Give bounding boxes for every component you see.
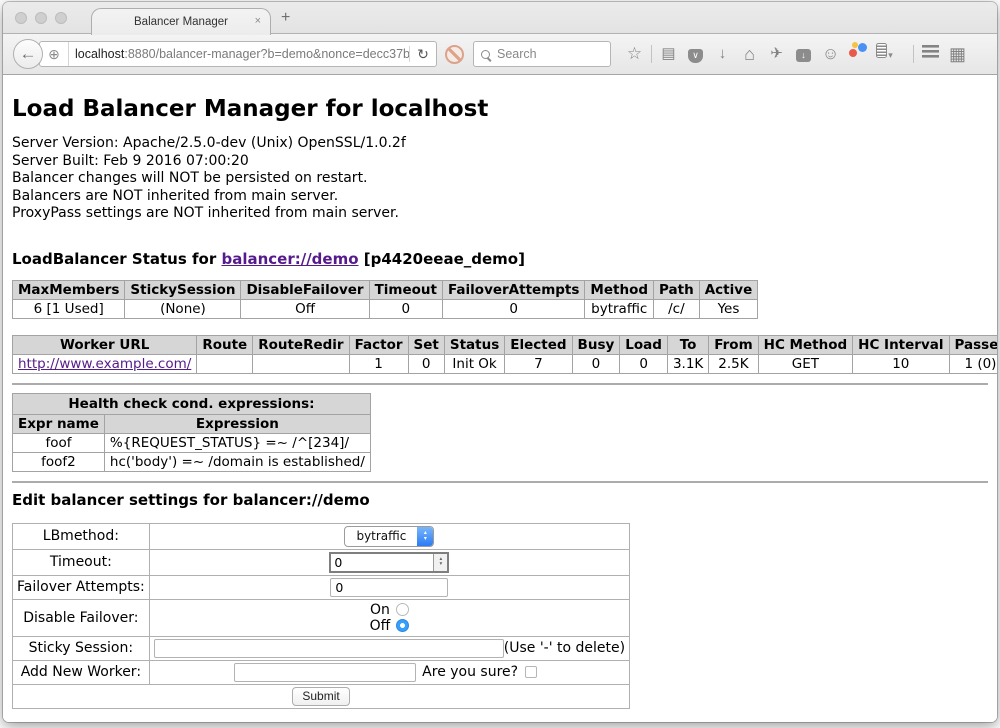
radio-off-label: Off xyxy=(370,618,391,634)
form-row-timeout: Timeout: ▴▾ xyxy=(13,549,630,575)
sync-panel-icon[interactable]: ↓ xyxy=(790,34,817,74)
balancer-demo-link[interactable]: balancer://demo xyxy=(221,250,358,268)
close-window-button[interactable] xyxy=(15,12,27,24)
form-row-submit: Submit xyxy=(13,684,630,708)
table-header-row: MaxMembers StickySession DisableFailover… xyxy=(13,280,758,299)
form-row-disable-failover: Disable Failover: On Off xyxy=(13,599,630,636)
persist-note-line: Balancer changes will NOT be persisted o… xyxy=(12,170,988,188)
are-you-sure-label: Are you sure? xyxy=(422,664,518,680)
timeout-input[interactable] xyxy=(331,554,433,571)
form-row-add-worker: Add New Worker: Are you sure? xyxy=(13,660,630,684)
pocket-chevron-icon: ∨ xyxy=(688,49,703,63)
table-header-row: Expr name Expression xyxy=(13,414,371,433)
dropdown-caret-icon: ▾ xyxy=(888,50,893,60)
proxypass-note-line: ProxyPass settings are NOT inherited fro… xyxy=(12,205,988,223)
search-bar[interactable] xyxy=(473,41,611,67)
reload-icon[interactable]: ↻ xyxy=(410,46,436,63)
balancer-status-table: MaxMembers StickySession DisableFailover… xyxy=(12,280,758,319)
disable-failover-off-radio[interactable] xyxy=(396,619,409,632)
worker-url-link[interactable]: http://www.example.com/ xyxy=(18,356,191,372)
downloads-icon[interactable]: ↓ xyxy=(709,34,736,74)
pocket-icon[interactable]: ∨ xyxy=(682,34,709,74)
page-title: Load Balancer Manager for localhost xyxy=(12,96,988,122)
server-built-line: Server Built: Feb 9 2016 07:00:20 xyxy=(12,153,988,171)
traffic-lights xyxy=(15,12,67,24)
are-you-sure-checkbox[interactable] xyxy=(525,666,537,678)
select-stepper-icon: ▴▾ xyxy=(417,527,433,546)
edit-settings-heading: Edit balancer settings for balancer://de… xyxy=(12,491,988,509)
number-stepper-icon[interactable]: ▴▾ xyxy=(433,554,447,571)
table-row: foof2 hc('body') =~ /domain is establish… xyxy=(13,452,371,471)
add-worker-label: Add New Worker: xyxy=(13,660,150,684)
health-check-table: Health check cond. expressions: Expr nam… xyxy=(12,393,371,472)
failover-attempts-input[interactable] xyxy=(330,578,448,597)
send-tab-icon[interactable]: ✈ xyxy=(763,34,790,74)
submit-button[interactable]: Submit xyxy=(292,687,349,706)
navigation-toolbar: ← ⊕ localhost:8880/balancer-manager?b=de… xyxy=(3,34,997,75)
container-icon[interactable]: ▾ xyxy=(871,34,898,75)
worker-table: Worker URL Route RouteRedir Factor Set S… xyxy=(12,335,997,374)
feedback-smiley-icon[interactable]: ☺ xyxy=(817,34,844,74)
close-tab-icon[interactable]: × xyxy=(255,15,261,27)
timeout-field-wrap: ▴▾ xyxy=(329,552,449,573)
section-divider xyxy=(12,383,988,385)
server-info: Server Version: Apache/2.5.0-dev (Unix) … xyxy=(12,135,988,223)
section-divider xyxy=(12,481,988,483)
form-row-failover-attempts: Failover Attempts: xyxy=(13,575,630,599)
home-icon[interactable]: ⌂ xyxy=(736,34,763,74)
url-text: localhost:8880/balancer-manager?b=demo&n… xyxy=(69,47,409,61)
form-row-lbmethod: LBmethod: bytraffic ▴▾ xyxy=(13,523,630,549)
table-row: 6 [1 Used] (None) Off 0 0 bytraffic /c/ … xyxy=(13,299,758,318)
zoom-window-button[interactable] xyxy=(55,12,67,24)
plugin-blocked-icon[interactable] xyxy=(445,45,464,64)
menu-hamburger-icon[interactable] xyxy=(917,34,944,74)
url-path: :8880/balancer-manager?b=demo&nonce=decc… xyxy=(124,47,409,61)
site-identity-globe-icon[interactable]: ⊕ xyxy=(40,42,69,66)
hello-dots-icon[interactable] xyxy=(844,34,871,74)
lbmethod-label: LBmethod: xyxy=(13,523,150,549)
loadbalancer-status-heading: LoadBalancer Status for balancer://demo … xyxy=(12,250,988,268)
table-header-row: Worker URL Route RouteRedir Factor Set S… xyxy=(13,335,998,354)
failover-attempts-label: Failover Attempts: xyxy=(13,575,150,599)
back-button[interactable]: ← xyxy=(13,39,43,69)
bookmark-star-icon[interactable]: ☆ xyxy=(621,34,648,74)
tab-strip: Balancer Manager × + xyxy=(3,2,997,34)
toolbar-divider xyxy=(651,45,652,63)
disable-failover-on-radio[interactable] xyxy=(396,603,409,616)
table-title-row: Health check cond. expressions: xyxy=(13,393,371,414)
table-row: http://www.example.com/ 1 0 Init Ok 7 0 … xyxy=(13,354,998,373)
reading-list-icon[interactable]: ▤ xyxy=(655,34,682,74)
url-domain: localhost xyxy=(75,47,124,61)
balancer-settings-form: LBmethod: bytraffic ▴▾ Timeout: ▴▾ xyxy=(12,523,630,709)
browser-window: Balancer Manager × + ← ⊕ localhost:8880/… xyxy=(3,2,997,722)
sticky-session-label: Sticky Session: xyxy=(13,636,150,660)
toolbar-icons: ☆ ▤ ∨ ↓ ⌂ ✈ ↓ ☺ ▾ xyxy=(621,34,898,75)
search-input[interactable] xyxy=(495,46,603,62)
back-arrow-icon: ← xyxy=(20,44,37,64)
colored-dots-icon xyxy=(848,41,868,58)
page-content: Load Balancer Manager for localhost Serv… xyxy=(3,75,997,722)
disable-failover-label: Disable Failover: xyxy=(13,599,150,636)
tab-balancer-manager[interactable]: Balancer Manager × xyxy=(91,8,271,35)
add-worker-input[interactable] xyxy=(234,663,416,682)
table-row: foof %{REQUEST_STATUS} =~ /^[234]/ xyxy=(13,433,371,452)
tab-title: Balancer Manager xyxy=(134,16,228,28)
search-icon xyxy=(481,50,490,59)
panel-arrow-icon: ↓ xyxy=(796,49,811,62)
url-bar[interactable]: ⊕ localhost:8880/balancer-manager?b=demo… xyxy=(39,41,437,67)
server-version-line: Server Version: Apache/2.5.0-dev (Unix) … xyxy=(12,135,988,153)
sticky-session-input[interactable] xyxy=(154,639,504,658)
toolbar-right: ▦ xyxy=(910,34,971,74)
toolbar-divider-2 xyxy=(913,45,914,63)
form-row-sticky-session: Sticky Session: (Use '-' to delete) xyxy=(13,636,630,660)
timeout-label: Timeout: xyxy=(13,549,150,575)
radio-on-label: On xyxy=(370,602,390,618)
new-tab-button[interactable]: + xyxy=(281,9,290,27)
sticky-delete-note: (Use '-' to delete) xyxy=(504,640,625,656)
inherit-note-line: Balancers are NOT inherited from main se… xyxy=(12,188,988,206)
extension-grid-icon[interactable]: ▦ xyxy=(944,34,971,74)
lbmethod-select[interactable]: bytraffic ▴▾ xyxy=(344,526,434,547)
minimize-window-button[interactable] xyxy=(35,12,47,24)
